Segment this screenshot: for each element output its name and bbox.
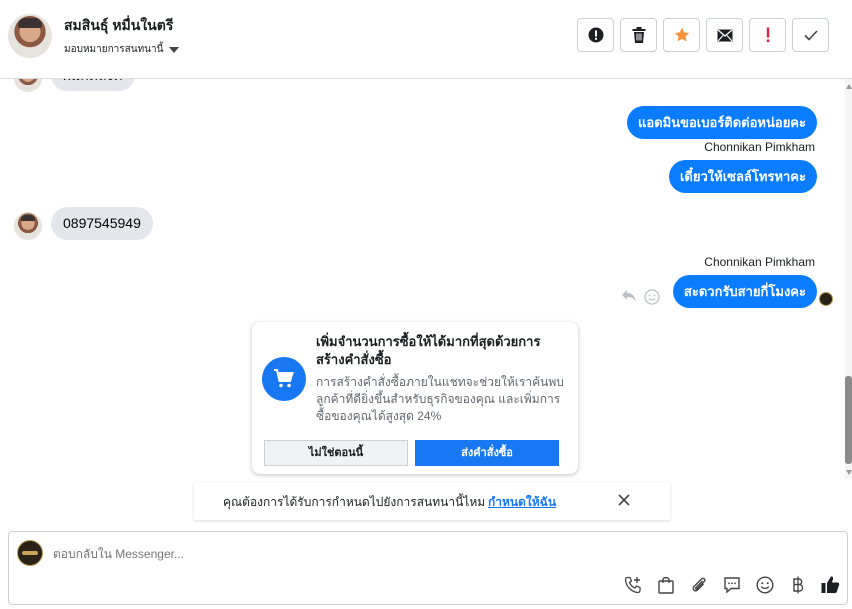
assign-reminder-bar: คุณต้องการได้รับการกำหนดไปยังการสนทนานี้…: [194, 482, 670, 520]
attach-button[interactable]: [689, 575, 708, 594]
scroll-up-arrow-icon[interactable]: [846, 84, 852, 89]
sender-name: Chonnikan Pimkham: [704, 140, 815, 154]
inbox-conversation: สมสินธุ์ หมื่นในตรี มอบหมายการสนทนานี้ แ…: [0, 0, 852, 609]
conversation-header: สมสินธุ์ หมื่นในตรี มอบหมายการสนทนานี้: [0, 0, 852, 79]
message-list[interactable]: ผมกดลิงค์ แอดมินขอเบอร์ติดต่อหน่อยคะ Cho…: [0, 79, 845, 529]
message-bubble-incoming: ผมกดลิงค์: [51, 79, 135, 91]
like-button[interactable]: [821, 575, 840, 594]
shopping-cart-icon-circle: [262, 357, 306, 401]
seen-receipt-avatar: [819, 292, 833, 306]
exclamation-icon: [766, 27, 769, 43]
emoji-button[interactable]: [755, 575, 774, 594]
baht-icon: [792, 576, 803, 593]
promo-body: การสร้างคำสั่งซื้อภายในแชทจะช่วยให้เราค้…: [316, 375, 564, 423]
reply-composer: [8, 531, 848, 605]
star-button[interactable]: [663, 18, 700, 52]
alert-circle-icon: [588, 27, 603, 43]
create-order-promo-card: เพิ่มจำนวนการซื้อให้ได้มากที่สุดด้วยการส…: [252, 322, 578, 474]
caret-down-icon: [169, 46, 180, 53]
close-icon[interactable]: [616, 492, 632, 508]
info-button[interactable]: [577, 18, 614, 52]
star-icon: [674, 27, 689, 42]
mark-done-button[interactable]: [792, 18, 829, 52]
header-actions: [577, 18, 829, 52]
page-avatar: [17, 540, 43, 566]
reminder-text: คุณต้องการได้รับการกำหนดไปยังการสนทนานี้…: [223, 495, 486, 509]
contact-avatar-small: [14, 79, 42, 92]
contact-avatar[interactable]: [8, 14, 52, 58]
thumbs-up-icon: [821, 576, 840, 593]
contact-avatar-small: [14, 212, 42, 240]
react-emoji-icon[interactable]: [644, 289, 660, 305]
message-bubble-outgoing: เดี๋ยวให้เซลล์โทรหาคะ: [668, 160, 817, 193]
assign-label: มอบหมายการสนทนานี้: [64, 44, 164, 55]
payment-button[interactable]: [788, 575, 807, 594]
message-bubble-incoming: 0897545949: [51, 207, 153, 240]
composer-tools: [623, 575, 840, 594]
sender-name: Chonnikan Pimkham: [704, 255, 815, 269]
not-now-button[interactable]: ไม่ใช่ตอนนี้: [264, 440, 408, 466]
phone-plus-icon: [624, 576, 641, 593]
envelope-icon: [717, 29, 732, 41]
message-bubble-outgoing: แอดมินขอเบอร์ติดต่อหน่อยคะ: [627, 106, 817, 139]
assign-dropdown[interactable]: มอบหมายการสนทนานี้: [64, 42, 180, 57]
mark-spam-button[interactable]: [749, 18, 786, 52]
trash-icon: [632, 27, 645, 43]
paperclip-icon: [691, 577, 705, 592]
scrollbar-thumb[interactable]: [845, 376, 852, 464]
shopping-bag-icon: [657, 576, 674, 594]
scroll-down-arrow-icon[interactable]: [846, 470, 852, 475]
promo-title: เพิ่มจำนวนการซื้อให้ได้มากที่สุดด้วยการส…: [316, 334, 541, 367]
reply-input[interactable]: [53, 547, 553, 561]
delete-button[interactable]: [620, 18, 657, 52]
shop-button[interactable]: [656, 575, 675, 594]
reply-icon[interactable]: [621, 289, 637, 303]
saved-replies-button[interactable]: [722, 575, 741, 594]
call-button[interactable]: [623, 575, 642, 594]
contact-name[interactable]: สมสินธุ์ หมื่นในตรี: [64, 15, 173, 37]
emoji-icon: [755, 575, 774, 594]
message-bubble-outgoing: สะดวกรับสายกี่โมงคะ: [672, 275, 817, 308]
create-order-button[interactable]: ส่งคำสั่งซื้อ: [415, 440, 559, 466]
assign-to-me-link[interactable]: กำหนดให้ฉัน: [488, 493, 556, 512]
chat-bubble-icon: [723, 576, 740, 594]
mark-unread-button[interactable]: [706, 18, 743, 52]
shopping-cart-icon: [274, 369, 294, 388]
check-icon: [803, 29, 818, 41]
